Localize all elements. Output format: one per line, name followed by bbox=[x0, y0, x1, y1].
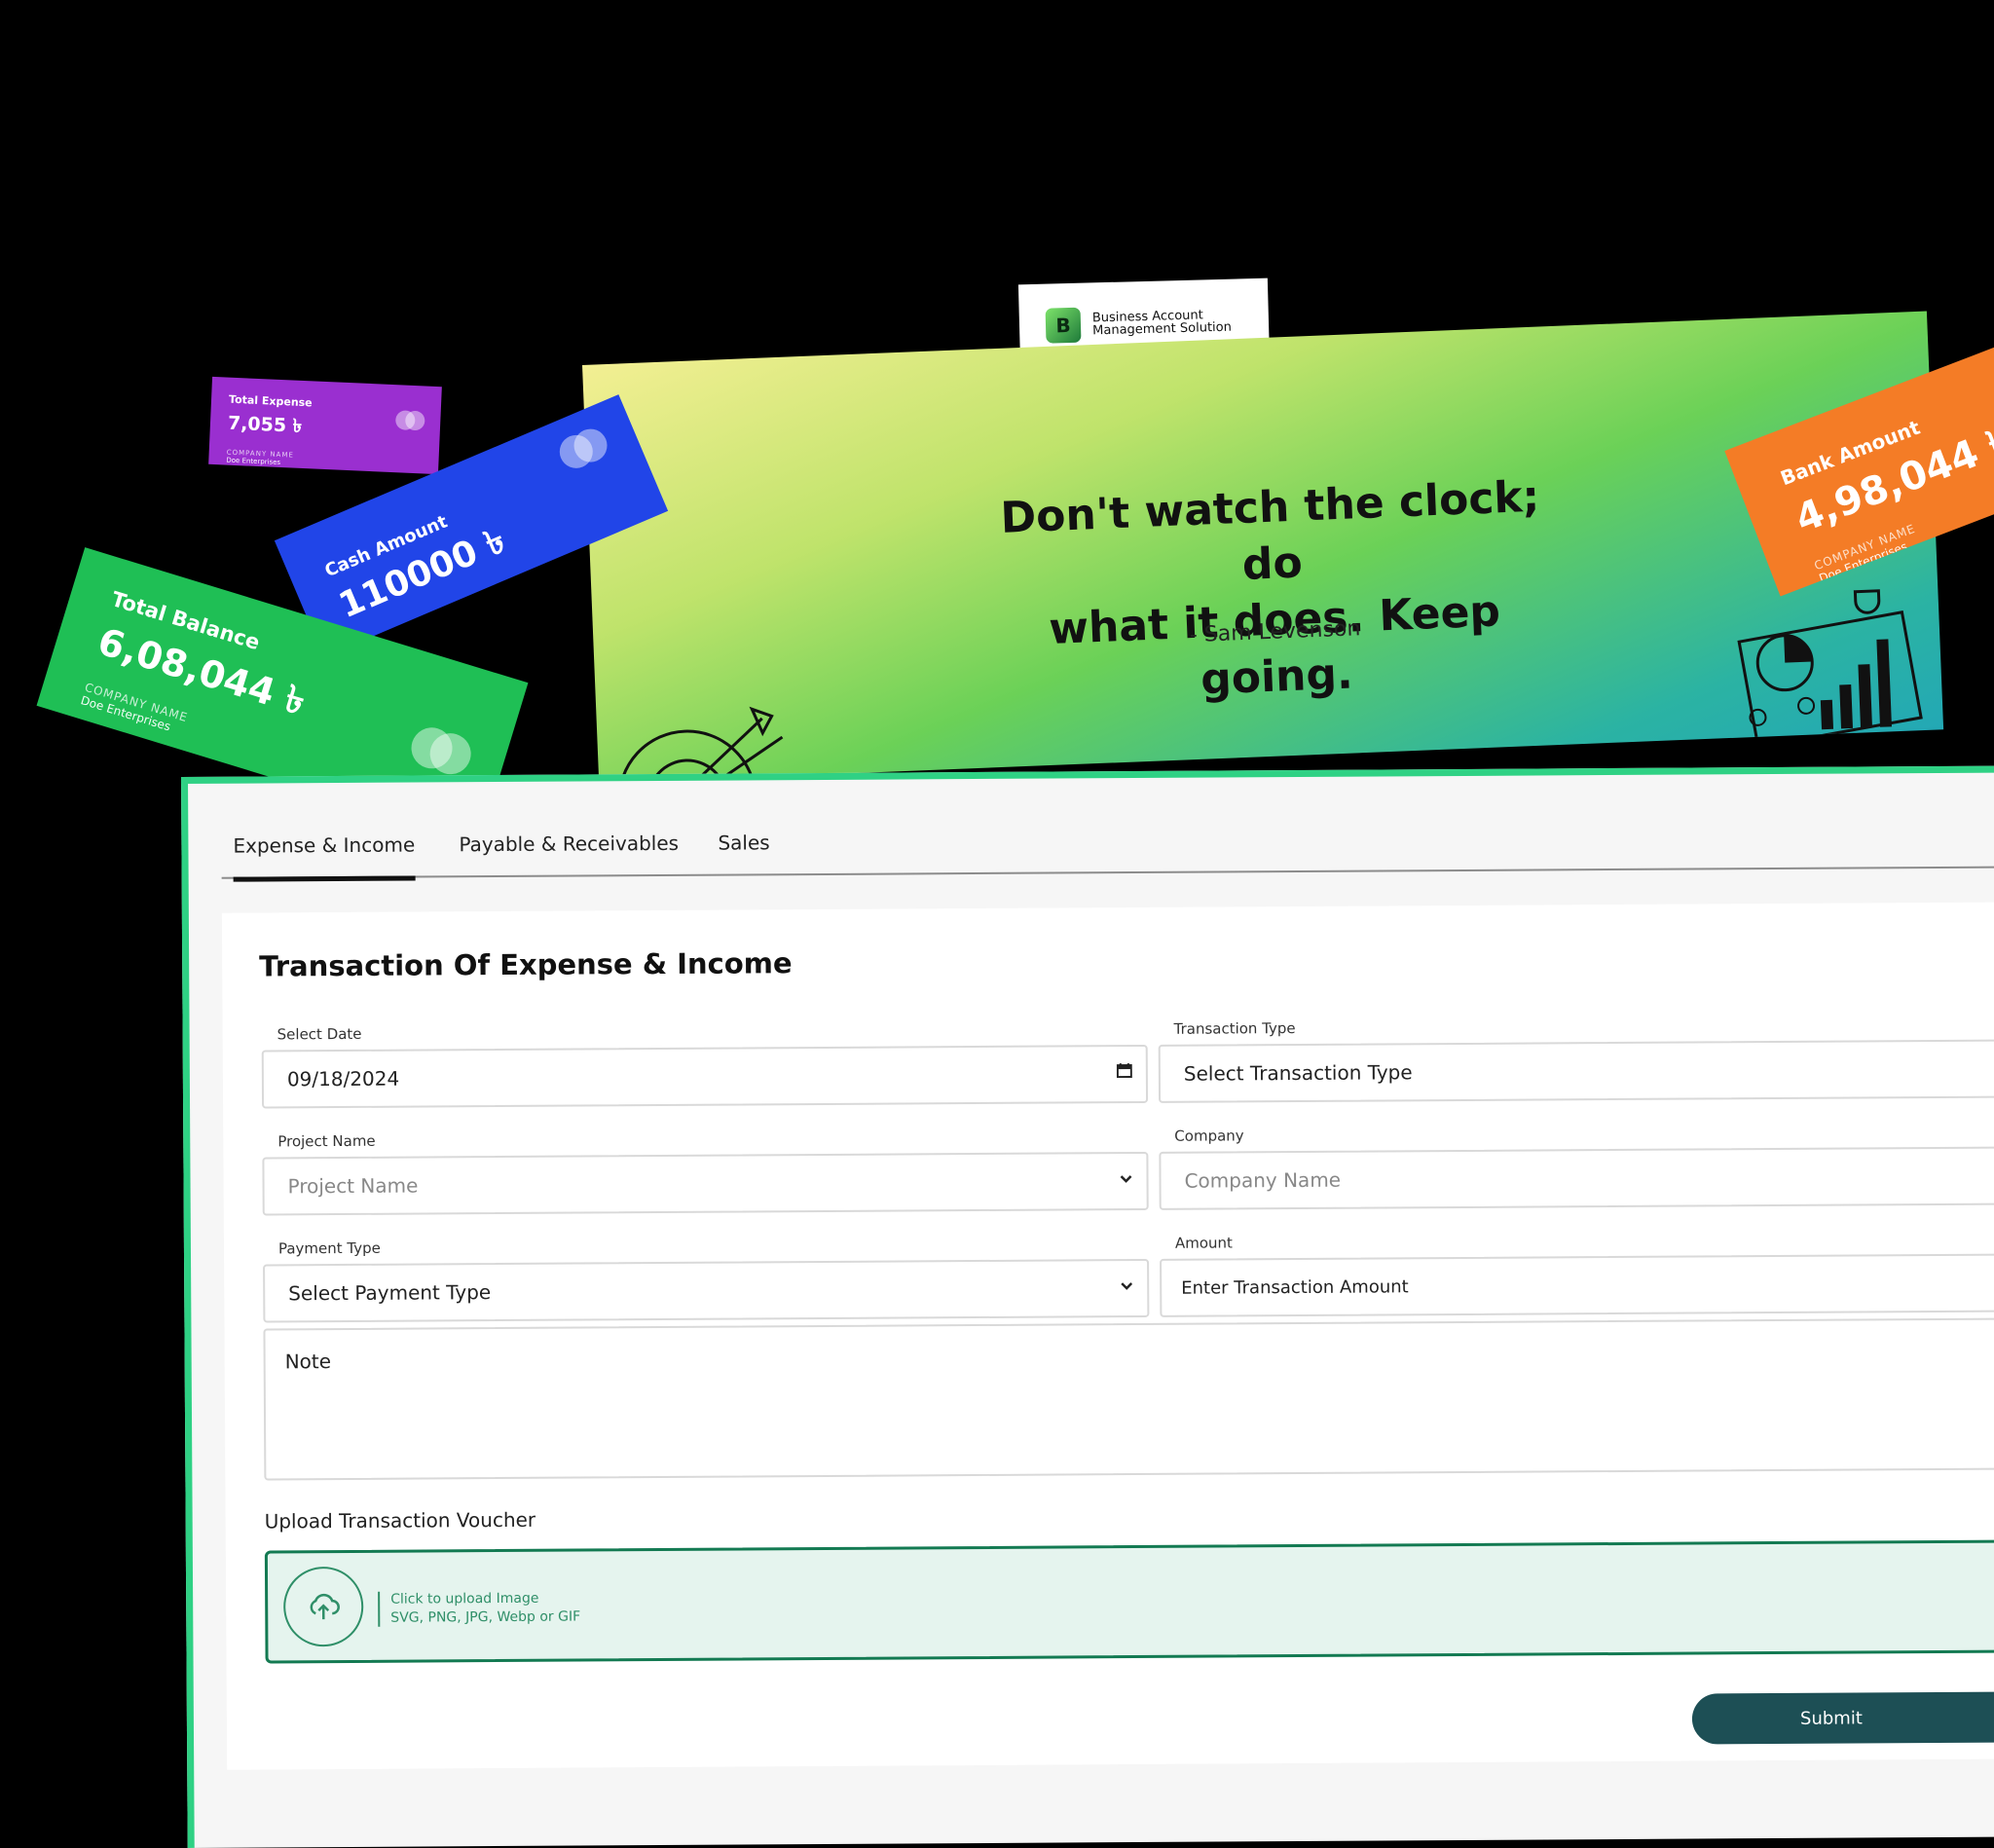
payment-type-value: Select Payment Type bbox=[288, 1280, 491, 1305]
project-name-label: Project Name bbox=[277, 1132, 375, 1151]
cloud-upload-icon[interactable] bbox=[283, 1567, 363, 1646]
upload-hint: Click to upload Image bbox=[390, 1591, 538, 1608]
chevron-down-icon bbox=[1119, 1169, 1132, 1190]
upload-formats: SVG, PNG, JPG, Webp or GIF bbox=[390, 1609, 580, 1626]
transaction-type-label: Transaction Type bbox=[1174, 1019, 1296, 1038]
upload-divider bbox=[378, 1592, 380, 1627]
brand-line-2: Management Solution bbox=[1092, 321, 1232, 338]
date-input[interactable]: 09/18/2024 bbox=[262, 1045, 1148, 1109]
main-panel: Expense & Income Payable & Receivables S… bbox=[181, 765, 1994, 1848]
tab-expense-income[interactable]: Expense & Income bbox=[233, 833, 415, 882]
tab-payable-receivables[interactable]: Payable & Receivables bbox=[459, 832, 679, 856]
hero-quote: Don't watch the clock; do what it does. … bbox=[978, 468, 1570, 718]
calendar-icon[interactable] bbox=[1117, 1062, 1132, 1083]
company-label: Company bbox=[1174, 1127, 1243, 1144]
transaction-type-select[interactable]: Select Transaction Type bbox=[1159, 1039, 1994, 1103]
total-expense-card: Total Expense 7,055 ৳ COMPANY NAME Doe E… bbox=[208, 377, 442, 474]
project-name-placeholder: Project Name bbox=[287, 1174, 418, 1199]
transaction-form: Transaction Of Expense & Income Select D… bbox=[222, 902, 1994, 1769]
chevron-down-icon bbox=[1120, 1276, 1133, 1297]
upload-label: Upload Transaction Voucher bbox=[265, 1508, 536, 1534]
form-title: Transaction Of Expense & Income bbox=[259, 946, 793, 982]
arrow-target-illustration-icon bbox=[606, 687, 804, 783]
amount-label: Amount bbox=[1175, 1234, 1233, 1251]
tab-bar: Expense & Income Payable & Receivables S… bbox=[221, 807, 1994, 879]
tab-sales[interactable]: Sales bbox=[718, 831, 769, 854]
upload-dropzone[interactable]: Click to upload Image SVG, PNG, JPG, Web… bbox=[265, 1539, 1994, 1663]
hero-banner: Don't watch the clock; do what it does. … bbox=[582, 312, 1943, 784]
logo-mark-icon: B bbox=[1046, 308, 1082, 344]
growth-chart-illustration-icon bbox=[1722, 565, 1924, 738]
note-textarea[interactable]: Note bbox=[263, 1317, 1994, 1480]
brand-name: Business Account Management Solution bbox=[1092, 309, 1232, 338]
submit-button[interactable]: Submit bbox=[1692, 1691, 1994, 1744]
amount-input[interactable]: Enter Transaction Amount bbox=[1160, 1253, 1994, 1317]
payment-type-label: Payment Type bbox=[278, 1239, 381, 1258]
company-name-input[interactable]: Company Name bbox=[1159, 1146, 1994, 1210]
date-value: 09/18/2024 bbox=[287, 1067, 399, 1091]
project-name-select[interactable]: Project Name bbox=[262, 1152, 1148, 1216]
payment-type-select[interactable]: Select Payment Type bbox=[263, 1259, 1149, 1323]
date-label: Select Date bbox=[277, 1025, 362, 1044]
